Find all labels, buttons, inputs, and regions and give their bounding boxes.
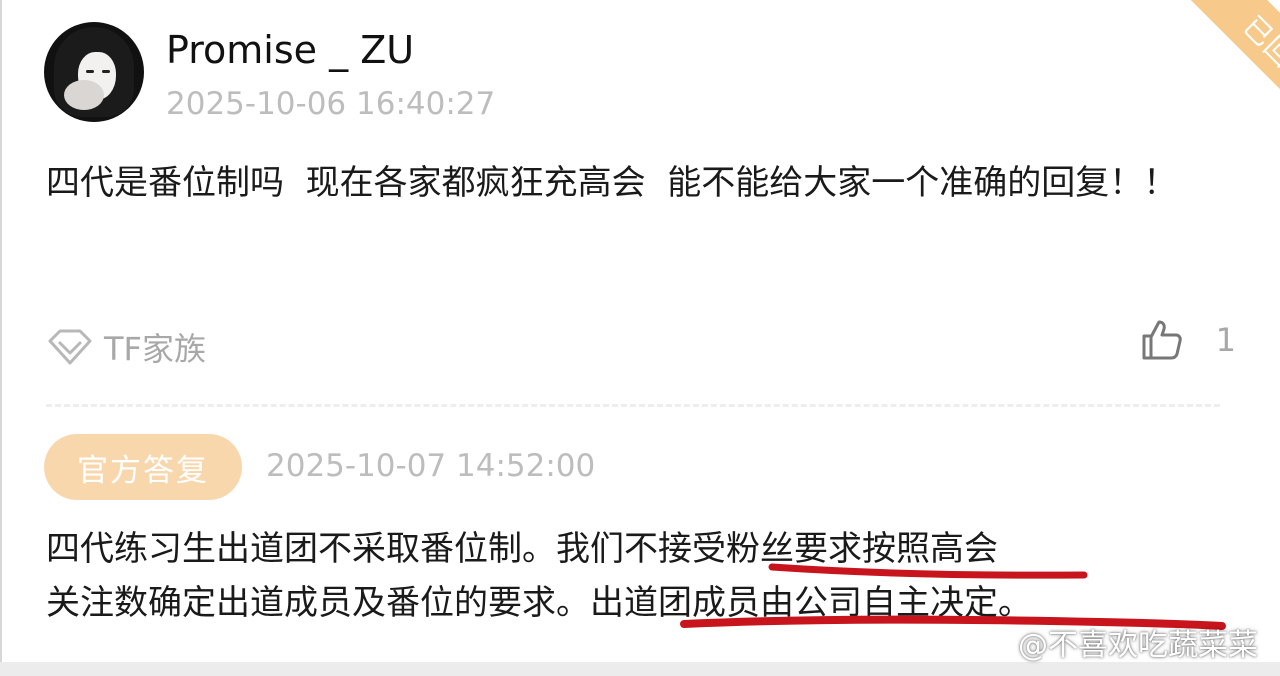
bottom-strip: [0, 662, 1280, 676]
reply-line-1-start: 四代练习生出道团不采取番位制。我们: [46, 529, 624, 569]
reply-line-1: 四代练习生出道团不采取番位制。我们不接受粉丝要求按照高会: [46, 522, 1246, 576]
post-card: 已回复 Promise _ ZU 2025-10-06 16:40:27 四代是…: [0, 0, 1280, 676]
username[interactable]: Promise _ ZU: [166, 28, 414, 72]
reply-timestamp: 2025-10-07 14:52:00: [266, 448, 596, 484]
avatar[interactable]: [44, 22, 144, 122]
underlined-phrase-2: 出道团成员由公司自主决定。: [590, 583, 1032, 623]
diamond-icon: [48, 329, 92, 365]
like-button[interactable]: 1: [1140, 318, 1236, 362]
divider: [46, 404, 1220, 407]
topic-tag[interactable]: TF家族: [46, 324, 206, 370]
underlined-phrase-1: 不接受粉丝要求: [624, 529, 862, 569]
reply-line-1-end: 按照高会: [862, 529, 998, 569]
topic-tag-label: TF家族: [104, 330, 206, 368]
official-reply-text: 四代练习生出道团不采取番位制。我们不接受粉丝要求按照高会 关注数确定出道成员及番…: [46, 522, 1246, 630]
watermark-text: @不喜欢吃蔬菜菜: [1018, 628, 1258, 663]
like-count: 1: [1215, 321, 1236, 359]
replied-corner-badge: 已回复: [1160, 0, 1280, 120]
thumbs-up-icon: [1142, 320, 1182, 360]
weibo-icon: [963, 628, 1007, 661]
replied-corner-label: 已回复: [1190, 0, 1280, 120]
question-text: 四代是番位制吗 现在各家都疯狂充高会 能不能给大家一个准确的回复！！: [46, 163, 1178, 203]
reply-line-2-start: 关注数确定出道成员及番位的要求。: [46, 583, 590, 623]
post-timestamp: 2025-10-06 16:40:27: [166, 86, 496, 122]
official-reply-badge: 官方答复: [44, 434, 242, 500]
watermark: @不喜欢吃蔬菜菜: [962, 620, 1258, 664]
